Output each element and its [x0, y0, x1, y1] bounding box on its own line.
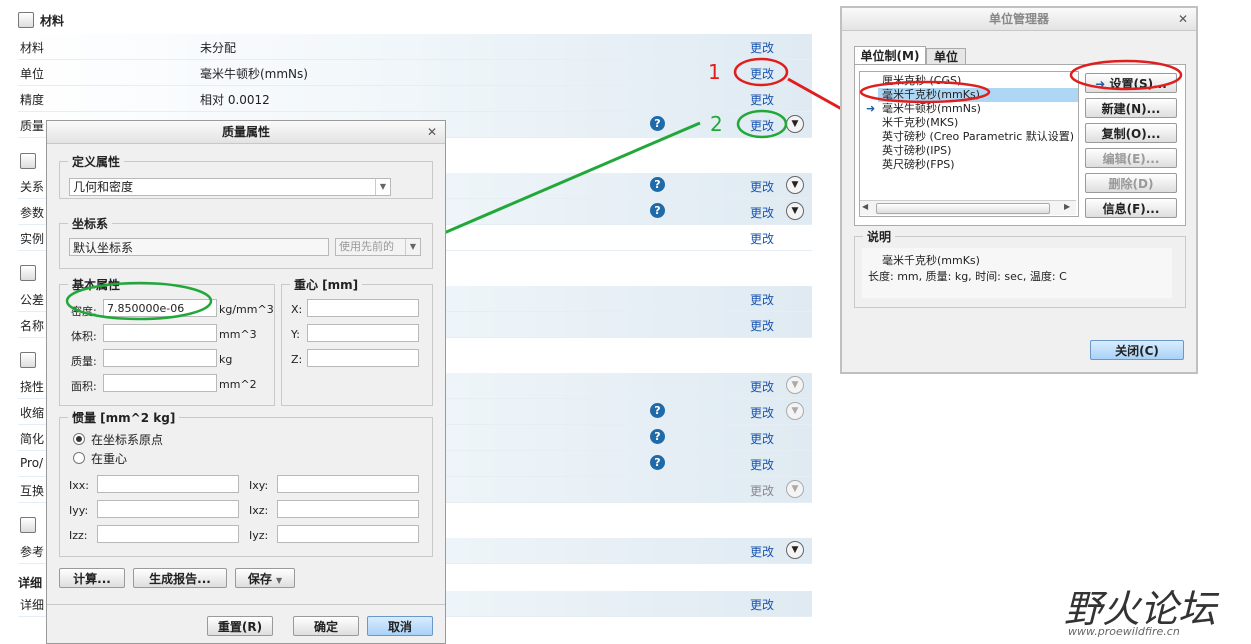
- tab-units[interactable]: 单位: [926, 48, 966, 65]
- close-icon[interactable]: ✕: [427, 121, 437, 143]
- ok-button[interactable]: 确定: [293, 616, 359, 636]
- watermark-url: www.proewildfire.cn: [1068, 625, 1180, 638]
- edit-button[interactable]: 编辑(E)...: [1085, 148, 1177, 168]
- density-label: 密度:: [71, 305, 97, 318]
- scroll-left-icon[interactable]: ◀: [862, 202, 868, 211]
- iyz-input[interactable]: [277, 525, 419, 543]
- cog-x-label: X:: [291, 303, 303, 316]
- tab-unit-systems[interactable]: 单位制(M): [854, 46, 926, 65]
- unit-systems-tab-panel: 厘米克秒 (CGS) 毫米千克秒(mmKs) 毫米牛顿秒(mmNs) ➜ 米千克秒(MK…: [854, 64, 1186, 226]
- cog-radio-label: 在重心: [91, 452, 128, 466]
- mass-properties-dialog: 质量属性 ✕ 定义属性 几何和密度 ▼ 坐标系 默认坐标系 使用先前的 ▼ 基本…: [46, 120, 446, 644]
- scroll-right-icon[interactable]: ▶: [1064, 202, 1070, 211]
- chevron-down-icon: ▼: [405, 239, 420, 255]
- cancel-button[interactable]: 取消: [367, 616, 433, 636]
- mass-label: 质量:: [71, 355, 97, 368]
- cog-z-input[interactable]: [307, 349, 419, 367]
- mass-dialog-title: 质量属性 ✕: [47, 121, 445, 144]
- cog-y-input[interactable]: [307, 324, 419, 342]
- current-unit-arrow-icon: ➜: [866, 102, 876, 115]
- unit-system-item[interactable]: 厘米克秒 (CGS): [882, 74, 961, 88]
- ixz-label: Ixz:: [249, 504, 269, 517]
- unit-system-list[interactable]: 厘米克秒 (CGS) 毫米千克秒(mmKs) 毫米牛顿秒(mmNs) ➜ 米千克秒(MK…: [859, 71, 1079, 217]
- volume-label: 体积:: [71, 330, 97, 343]
- green-connector-line: [436, 121, 701, 238]
- unit-system-item[interactable]: 米千克秒(MKS): [882, 116, 958, 130]
- save-button[interactable]: 保存 ▼: [235, 568, 295, 588]
- volume-unit: mm^3: [219, 328, 257, 341]
- close-icon[interactable]: ✕: [1178, 8, 1188, 30]
- iyz-label: Iyz:: [249, 529, 269, 542]
- info-button[interactable]: 信息(F)...: [1085, 198, 1177, 218]
- reset-button[interactable]: 重置(R): [207, 616, 273, 636]
- units-manager-dialog: 单位管理器 ✕ 单位制(M) 单位 厘米克秒 (CGS) 毫米千克秒(mmKs) 毫…: [840, 6, 1198, 374]
- horizontal-scrollbar[interactable]: ◀ ▶: [860, 200, 1076, 215]
- iyy-input[interactable]: [97, 500, 239, 518]
- new-button[interactable]: 新建(N)...: [1085, 98, 1177, 118]
- unit-system-item[interactable]: 英寸磅秒 (Creo Parametric 默认设置): [882, 130, 1074, 144]
- use-previous-select[interactable]: 使用先前的 ▼: [335, 238, 421, 256]
- ixx-input[interactable]: [97, 475, 239, 493]
- define-properties-select[interactable]: 几何和密度 ▼: [69, 178, 391, 196]
- area-input[interactable]: [103, 374, 217, 392]
- set-button[interactable]: ➜ 设置(S)...: [1085, 73, 1177, 93]
- scrollbar-thumb[interactable]: [876, 203, 1050, 214]
- description-box: 毫米千克秒(mmKs) 长度: mm, 质量: kg, 时间: sec, 温度:…: [862, 248, 1172, 298]
- density-input[interactable]: 7.850000e-06: [103, 299, 217, 317]
- iyy-label: Iyy:: [69, 504, 89, 517]
- compute-button[interactable]: 计算...: [59, 568, 125, 588]
- unit-system-item[interactable]: 英尺磅秒(FPS): [882, 158, 955, 172]
- arrow-right-icon: ➜: [1095, 77, 1106, 91]
- density-unit: kg/mm^3: [219, 303, 274, 316]
- annotation-number-2: 2: [710, 112, 723, 136]
- izz-input[interactable]: [97, 525, 239, 543]
- cog-x-input[interactable]: [307, 299, 419, 317]
- cog-y-label: Y:: [291, 328, 300, 341]
- ixy-label: Ixy:: [249, 479, 269, 492]
- copy-button[interactable]: 复制(O)...: [1085, 123, 1177, 143]
- area-label: 面积:: [71, 380, 97, 393]
- units-dialog-title: 单位管理器 ✕: [842, 8, 1196, 31]
- ixx-label: Ixx:: [69, 479, 89, 492]
- mass-input[interactable]: [103, 349, 217, 367]
- cog-z-label: Z:: [291, 353, 303, 366]
- origin-radio-label: 在坐标系原点: [91, 433, 164, 447]
- area-unit: mm^2: [219, 378, 257, 391]
- chevron-down-icon: ▼: [276, 576, 283, 585]
- ixz-input[interactable]: [277, 500, 419, 518]
- description-line-2: 长度: mm, 质量: kg, 时间: sec, 温度: C: [868, 270, 1067, 283]
- description-line-1: 毫米千克秒(mmKs): [882, 254, 980, 267]
- unit-system-item[interactable]: 毫米千克秒(mmKs): [878, 88, 1078, 102]
- dialog-divider: [47, 604, 445, 605]
- close-button[interactable]: 关闭(C): [1090, 340, 1184, 360]
- unit-system-item[interactable]: 英寸磅秒(IPS): [882, 144, 951, 158]
- annotation-number-1: 1: [708, 60, 721, 84]
- delete-button[interactable]: 删除(D): [1085, 173, 1177, 193]
- izz-label: Izz:: [69, 529, 88, 542]
- cog-radio[interactable]: [73, 452, 85, 464]
- origin-radio[interactable]: [73, 433, 85, 445]
- mass-unit: kg: [219, 353, 233, 366]
- generate-report-button[interactable]: 生成报告...: [133, 568, 227, 588]
- chevron-down-icon: ▼: [375, 179, 390, 195]
- ixy-input[interactable]: [277, 475, 419, 493]
- unit-system-item[interactable]: 毫米牛顿秒(mmNs): [882, 102, 981, 116]
- volume-input[interactable]: [103, 324, 217, 342]
- coordinate-system-field[interactable]: 默认坐标系: [69, 238, 329, 256]
